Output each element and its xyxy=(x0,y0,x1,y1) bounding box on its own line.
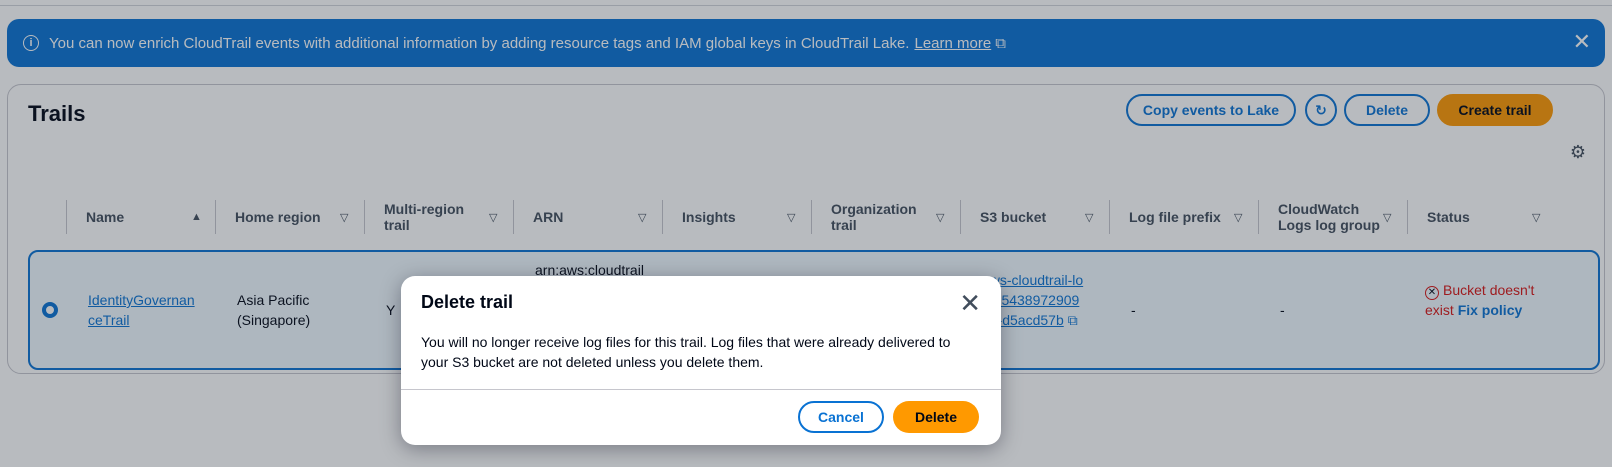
modal-divider xyxy=(401,389,1001,390)
modal-title: Delete trail xyxy=(421,292,514,312)
delete-trail-modal: Delete trail ✕ You will no longer receiv… xyxy=(401,276,1001,445)
confirm-delete-button[interactable]: Delete xyxy=(893,401,979,433)
cancel-button[interactable]: Cancel xyxy=(798,401,884,433)
close-icon[interactable]: ✕ xyxy=(959,290,981,316)
modal-body: You will no longer receive log files for… xyxy=(421,334,951,370)
